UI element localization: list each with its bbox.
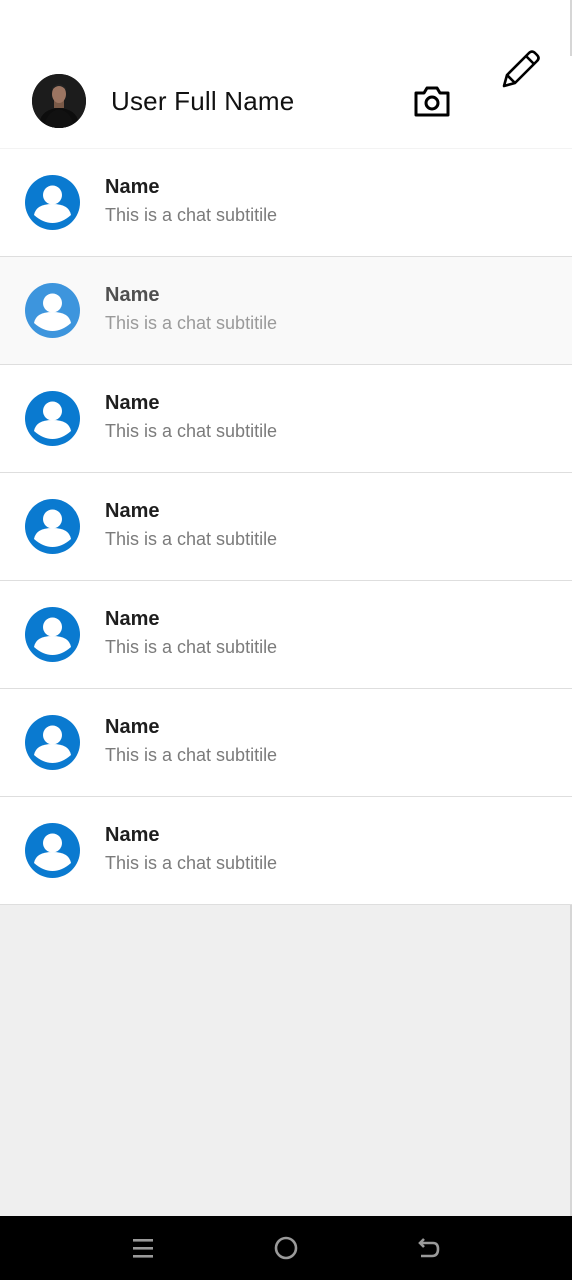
chat-list-item[interactable]: Name This is a chat subtitile (0, 797, 572, 905)
chat-subtitle: This is a chat subtitile (105, 313, 278, 333)
chat-name: Name (105, 824, 160, 846)
chat-list-item[interactable]: Name This is a chat subtitile (0, 149, 572, 257)
recent-apps-icon (133, 1239, 153, 1258)
status-bar-area (0, 0, 572, 56)
chat-name: Name (105, 176, 160, 198)
chat-avatar (25, 391, 80, 446)
person-icon (25, 607, 80, 662)
home-icon (274, 1236, 298, 1260)
chat-avatar (25, 715, 80, 770)
chat-subtitle: This is a chat subtitile (105, 529, 278, 549)
chat-list-item[interactable]: Name This is a chat subtitile (0, 257, 572, 365)
recent-apps-button[interactable] (127, 1232, 159, 1264)
profile-photo (32, 74, 86, 128)
chat-list: Name This is a chat subtitile Name This is … (0, 149, 572, 905)
chat-name: Name (105, 284, 160, 306)
edit-button[interactable] (498, 50, 544, 102)
chat-name: Name (105, 608, 160, 630)
chat-subtitle: This is a chat subtitile (105, 421, 278, 441)
chat-name: Name (105, 716, 160, 738)
chat-subtitle: This is a chat subtitile (105, 853, 278, 873)
app-header: User Full Name (0, 50, 572, 149)
chat-avatar (25, 283, 80, 338)
chat-avatar (25, 607, 80, 662)
chat-subtitle: This is a chat subtitile (105, 205, 278, 225)
chat-name: Name (105, 392, 160, 414)
chat-list-item[interactable]: Name This is a chat subtitile (0, 365, 572, 473)
chat-list-item[interactable]: Name This is a chat subtitile (0, 473, 572, 581)
system-navigation-bar (0, 1216, 572, 1280)
back-icon (418, 1238, 440, 1258)
chat-subtitle: This is a chat subtitile (105, 745, 278, 765)
camera-button[interactable] (412, 84, 452, 120)
chat-avatar (25, 823, 80, 878)
back-button[interactable] (412, 1232, 444, 1264)
chat-name: Name (105, 500, 160, 522)
chat-avatar (25, 499, 80, 554)
chat-avatar (25, 175, 80, 230)
pencil-icon (502, 50, 540, 88)
person-icon (25, 715, 80, 770)
chat-subtitle: This is a chat subtitile (105, 637, 278, 657)
person-icon (25, 823, 80, 878)
profile-avatar[interactable] (32, 74, 86, 128)
page-title: User Full Name (111, 86, 295, 116)
person-icon (25, 391, 80, 446)
chat-list-item[interactable]: Name This is a chat subtitile (0, 689, 572, 797)
home-button[interactable] (270, 1232, 302, 1264)
camera-icon (414, 86, 450, 117)
person-icon (25, 499, 80, 554)
person-icon (25, 283, 80, 338)
person-icon (25, 175, 80, 230)
chat-list-item[interactable]: Name This is a chat subtitile (0, 581, 572, 689)
